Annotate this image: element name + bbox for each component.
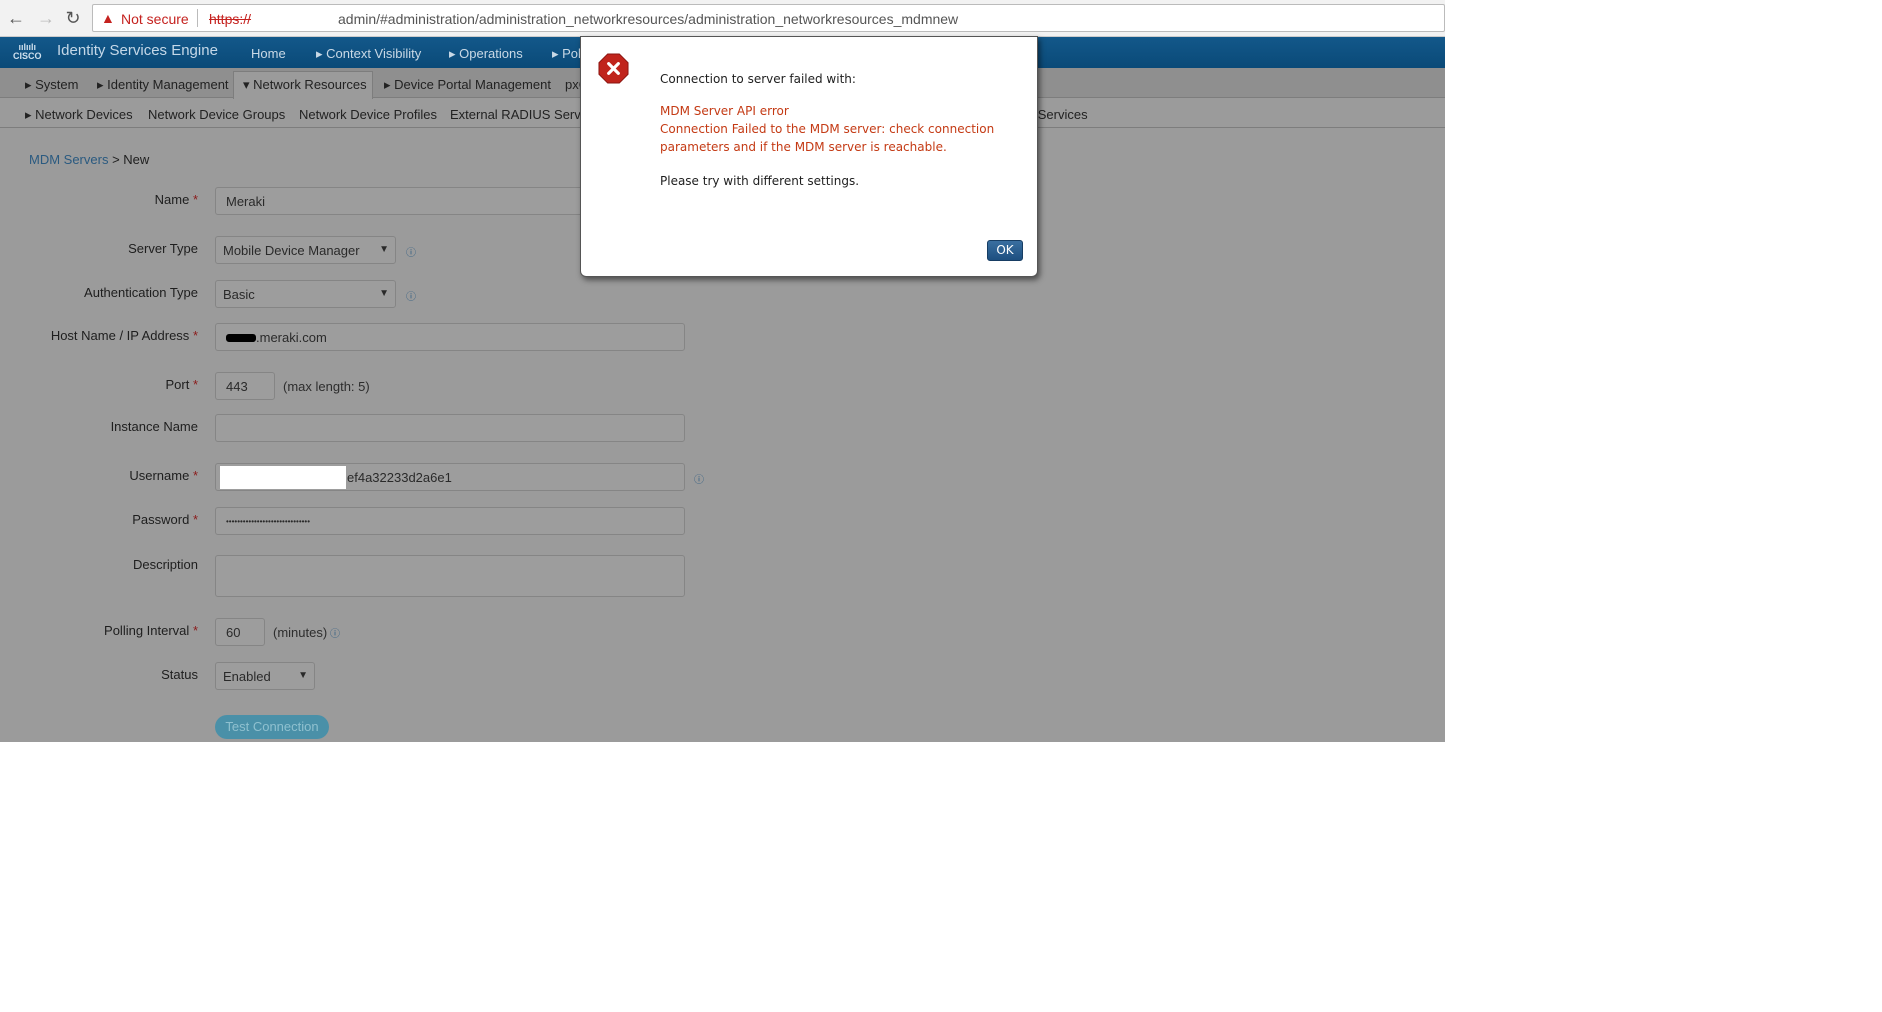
error-dialog: Connection to server failed with: MDM Se…	[580, 36, 1038, 277]
error-x-icon	[598, 53, 629, 84]
reload-icon[interactable]: ↻	[63, 8, 83, 28]
description-label: Description	[132, 557, 198, 572]
username-input[interactable]: ef4a32233d2a6e1	[215, 463, 685, 491]
name-label: Name *	[154, 192, 198, 207]
dropdown-arrow-icon: ▼	[379, 288, 389, 299]
dropdown-arrow-icon: ▼	[298, 670, 308, 681]
status-select[interactable]: Enabled ▼	[215, 662, 315, 690]
redaction	[220, 466, 346, 489]
breadcrumb-mdm-servers[interactable]: MDM Servers	[29, 152, 108, 167]
address-bar[interactable]: ▲ Not secure https:// admin/#administrat…	[92, 4, 1445, 32]
test-connection-button[interactable]: Test Connection	[215, 715, 329, 739]
polling-label: Polling Interval *	[104, 623, 198, 638]
password-input[interactable]: ••••••••••••••••••••••••••••••	[215, 507, 685, 535]
info-icon[interactable]: ⓘ	[694, 471, 704, 486]
tab-system[interactable]: ▸ System	[25, 77, 78, 93]
breadcrumb-separator: >	[108, 152, 124, 167]
divider	[197, 9, 198, 27]
server-type-label: Server Type	[128, 241, 198, 256]
dialog-title: Connection to server failed with:	[660, 72, 856, 86]
instance-label: Instance Name	[110, 419, 198, 434]
username-label: Username *	[129, 468, 198, 483]
nav-home[interactable]: Home	[251, 46, 286, 61]
host-input[interactable]: .meraki.com	[215, 323, 685, 351]
auth-type-select[interactable]: Basic ▼	[215, 280, 396, 308]
dialog-advice: Please try with different settings.	[660, 174, 860, 188]
port-label: Port *	[165, 377, 198, 392]
password-label: Password *	[132, 512, 198, 527]
host-label: Host Name / IP Address *	[50, 328, 198, 343]
forward-icon[interactable]: →	[36, 8, 56, 28]
subnav-network-devices[interactable]: ▸ Network Devices	[25, 107, 133, 123]
redaction	[226, 334, 256, 342]
port-input[interactable]: 443	[215, 372, 275, 400]
error-message-line2: parameters and if the MDM server is reac…	[660, 140, 947, 154]
server-type-select[interactable]: Mobile Device Manager ▼	[215, 236, 396, 264]
warning-icon: ▲	[101, 10, 115, 26]
port-hint: (max length: 5)	[283, 379, 370, 394]
nav-context-visibility[interactable]: ▸ Context Visibility	[316, 46, 421, 62]
info-icon[interactable]: ⓘ	[406, 244, 416, 259]
url-text: admin/#administration/administration_net…	[338, 11, 959, 27]
back-icon[interactable]: ←	[6, 8, 26, 28]
subnav-external-radius-servers[interactable]: External RADIUS Servers	[450, 107, 599, 122]
info-icon[interactable]: ⓘ	[330, 625, 340, 640]
info-icon[interactable]: ⓘ	[406, 288, 416, 303]
polling-hint: (minutes)	[273, 625, 328, 640]
cisco-logo: ıılıılı CISCO	[13, 42, 42, 61]
description-textarea[interactable]	[215, 555, 685, 597]
instance-input[interactable]	[215, 414, 685, 442]
tab-identity-management[interactable]: ▸ Identity Management	[97, 77, 229, 93]
auth-type-label: Authentication Type	[84, 285, 198, 300]
dropdown-arrow-icon: ▼	[379, 244, 389, 255]
breadcrumb: MDM Servers > New	[29, 152, 149, 167]
tab-network-resources[interactable]: ▾ Network Resources	[243, 77, 367, 93]
error-message-line1: Connection Failed to the MDM server: che…	[660, 122, 995, 136]
url-scheme: https://	[209, 11, 252, 27]
error-type: MDM Server API error	[660, 104, 789, 118]
security-label[interactable]: Not secure	[121, 11, 189, 27]
ok-button[interactable]: OK	[987, 240, 1023, 261]
breadcrumb-current: New	[123, 152, 150, 167]
browser-toolbar: ← → ↻ ▲ Not secure https:// admin/#admin…	[0, 0, 1445, 37]
status-label: Status	[161, 667, 198, 682]
tab-device-portal-management[interactable]: ▸ Device Portal Management	[384, 77, 551, 93]
polling-input[interactable]: 60	[215, 618, 265, 646]
subnav-network-device-groups[interactable]: Network Device Groups	[148, 107, 285, 122]
app-title: Identity Services Engine	[57, 42, 218, 59]
subnav-network-device-profiles[interactable]: Network Device Profiles	[299, 107, 437, 122]
nav-operations[interactable]: ▸ Operations	[449, 46, 523, 62]
